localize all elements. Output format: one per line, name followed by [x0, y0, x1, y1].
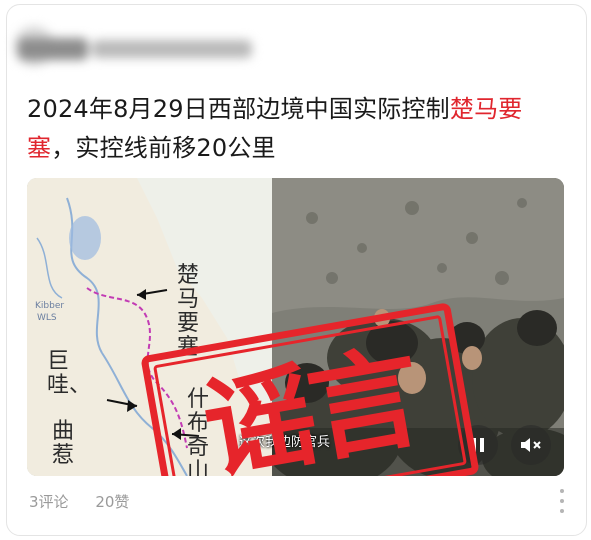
post-title[interactable]: 2024年8月29日西部边境中国实际控制楚马要 塞，实控线前移20公里 [27, 90, 572, 168]
map-small-label-2: WLS [37, 313, 57, 323]
map-label-juwa: 巨哇、 [47, 349, 92, 398]
title-highlight-2[interactable]: 塞 [27, 134, 51, 162]
mute-button[interactable] [511, 425, 551, 465]
map-label-qure: 曲惹 [52, 419, 75, 468]
comment-count[interactable]: 3评论 [29, 493, 69, 511]
more-vertical-icon[interactable] [557, 489, 567, 513]
post-footer: 3评论 20赞 [29, 491, 151, 512]
mute-icon [521, 438, 541, 452]
title-highlight[interactable]: 楚马要 [450, 95, 523, 123]
title-main: 2024年8月29日西部边境中国实际控制 [27, 95, 450, 123]
blurred-author-name [14, 26, 284, 70]
video-player[interactable]: Kibber WLS 楚马要塞 巨哇、 曲惹 什布奇山 这次我边防官兵 谣言 [27, 178, 564, 476]
title-tail: ，实控线前移20公里 [51, 134, 276, 162]
map-small-label-1: Kibber [35, 301, 65, 311]
like-count[interactable]: 20赞 [95, 493, 129, 511]
